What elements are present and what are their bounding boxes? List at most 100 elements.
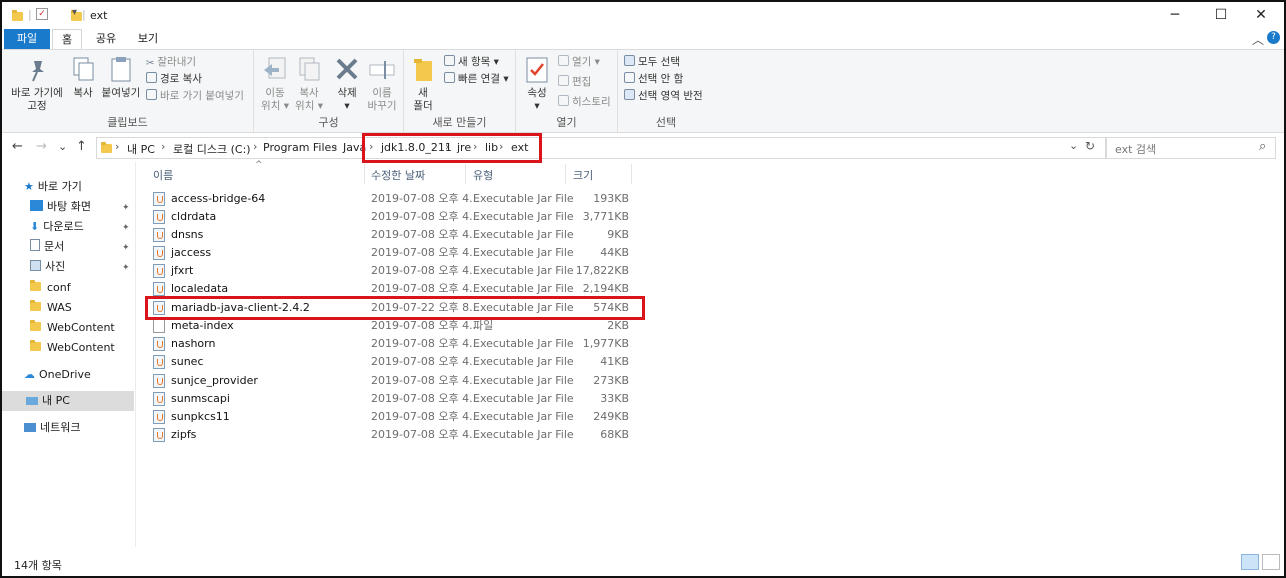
- properties-quick-icon[interactable]: ✓: [36, 8, 48, 20]
- column-header-name[interactable]: 이름: [153, 167, 173, 183]
- nav-pictures[interactable]: 사진: [30, 257, 65, 277]
- search-icon[interactable]: ⌕: [1259, 139, 1266, 154]
- edit-button[interactable]: 편집: [558, 74, 591, 90]
- recent-locations-button[interactable]: ⌄: [58, 140, 67, 153]
- delete-button[interactable]: 삭제 ▾: [330, 53, 364, 113]
- file-size: 193KB: [593, 192, 629, 205]
- tab-home[interactable]: 홈: [52, 29, 82, 49]
- large-icons-view-button[interactable]: [1262, 554, 1280, 570]
- file-row[interactable]: jaccess 2019-07-08 오후 4... Executable Jar …: [151, 244, 631, 262]
- file-row[interactable]: dnsns 2019-07-08 오후 4... Executable Jar Fi…: [151, 226, 631, 244]
- rename-button[interactable]: 이름 바꾸기: [364, 53, 400, 113]
- close-button[interactable]: ✕: [1238, 2, 1284, 29]
- file-row[interactable]: access-bridge-64 2019-07-08 오후 4... Execut…: [151, 190, 631, 208]
- file-row[interactable]: sunmscapi 2019-07-08 오후 4... Executable Ja…: [151, 390, 631, 408]
- copy-to-button[interactable]: 복사 위치 ▾: [292, 53, 326, 113]
- history-button[interactable]: 히스토리: [558, 94, 611, 110]
- nav-documents[interactable]: 문서: [30, 237, 64, 257]
- pin-icon: ✦: [122, 243, 130, 253]
- nav-onedrive[interactable]: ☁ OneDrive: [24, 365, 91, 385]
- column-separator[interactable]: [565, 164, 566, 184]
- invert-selection-icon: [624, 89, 635, 100]
- nav-pictures-label: 사진: [45, 260, 66, 273]
- jar-file-icon: [153, 392, 165, 406]
- file-row[interactable]: sunjce_provider 2019-07-08 오후 4... Executa…: [151, 372, 631, 390]
- back-button[interactable]: ←: [12, 139, 23, 154]
- file-row[interactable]: sunpkcs11 2019-07-08 오후 4... Executable Ja…: [151, 408, 631, 426]
- select-none-button[interactable]: 선택 안 함: [624, 71, 683, 87]
- refresh-icon[interactable]: ↻: [1085, 139, 1095, 153]
- star-icon: ★: [24, 180, 34, 193]
- cut-label: 잘라내기: [157, 56, 197, 68]
- file-date: 2019-07-08 오후 4...: [371, 228, 480, 241]
- file-date: 2019-07-08 오후 4...: [371, 374, 480, 387]
- breadcrumb-separator[interactable]: ›: [115, 140, 119, 153]
- cut-button[interactable]: ✂ 잘라내기: [146, 54, 196, 70]
- column-separator[interactable]: [364, 164, 365, 184]
- breadcrumb-separator[interactable]: ›: [253, 140, 257, 153]
- file-name: dnsns: [171, 228, 204, 241]
- column-separator[interactable]: [631, 164, 632, 184]
- properties-button[interactable]: 속성 ▾: [520, 53, 554, 113]
- pin-label: 바로 가기에 고정: [11, 87, 63, 112]
- address-history-dropdown[interactable]: ⌄: [1069, 139, 1078, 152]
- forward-button[interactable]: →: [36, 139, 47, 154]
- minimize-button[interactable]: ─: [1152, 2, 1198, 29]
- column-header-type[interactable]: 유형: [473, 167, 493, 183]
- file-list: ^ 이름 수정한 날짜 유형 크기 access-bridge-64 2019-0…: [137, 160, 1284, 547]
- copy-path-button[interactable]: 경로 복사: [146, 71, 202, 87]
- tab-file[interactable]: 파일: [4, 29, 50, 49]
- file-date: 2019-07-08 오후 4...: [371, 246, 480, 259]
- file-row[interactable]: cldrdata 2019-07-08 오후 4... Executable Jar…: [151, 208, 631, 226]
- tab-view[interactable]: 보기: [130, 29, 166, 49]
- file-row[interactable]: sunec 2019-07-08 오후 4... Executable Jar Fi…: [151, 353, 631, 371]
- pin-to-quick-access-button[interactable]: 바로 가기에 고정: [6, 53, 68, 113]
- tab-share[interactable]: 공유: [88, 29, 124, 49]
- collapse-ribbon-icon[interactable]: ︿: [1252, 31, 1264, 48]
- nav-downloads[interactable]: ⬇ 다운로드: [30, 217, 84, 237]
- column-separator[interactable]: [465, 164, 466, 184]
- breadcrumb-program-files[interactable]: Program Files: [263, 141, 337, 154]
- nav-quick-access[interactable]: ★ 바로 가기: [24, 177, 82, 197]
- breadcrumb-local-disk[interactable]: 로컬 디스크 (C:): [173, 141, 251, 157]
- invert-selection-button[interactable]: 선택 영역 반전: [624, 88, 703, 104]
- column-header-date[interactable]: 수정한 날짜: [371, 167, 425, 183]
- new-folder-button[interactable]: 새 폴더: [408, 53, 438, 113]
- copy-button[interactable]: 복사: [68, 53, 98, 100]
- move-to-button[interactable]: 이동 위치 ▾: [258, 53, 292, 113]
- nav-desktop[interactable]: 바탕 화면: [30, 197, 91, 217]
- breadcrumb-separator[interactable]: ›: [333, 140, 337, 153]
- nav-folder-webcontent[interactable]: WebContent: [30, 338, 115, 358]
- select-all-button[interactable]: 모두 선택: [624, 54, 680, 70]
- up-button[interactable]: ↑: [76, 139, 87, 154]
- nav-folder-conf[interactable]: conf: [30, 278, 71, 298]
- easy-access-button[interactable]: 빠른 연결 ▾: [444, 71, 509, 87]
- paste-button[interactable]: 붙여넣기: [98, 53, 144, 100]
- nav-this-pc[interactable]: 내 PC: [2, 391, 134, 411]
- desktop-icon: [30, 200, 43, 211]
- file-row[interactable]: jfxrt 2019-07-08 오후 4... Executable Jar Fi…: [151, 262, 631, 280]
- search-box[interactable]: ext 검색 ⌕: [1106, 137, 1276, 159]
- column-header-size[interactable]: 크기: [573, 167, 593, 183]
- nav-folder-webcontent[interactable]: WebContent: [30, 318, 115, 338]
- paste-shortcut-button[interactable]: 바로 가기 붙여넣기: [146, 88, 244, 104]
- select-group: 모두 선택 선택 안 함 선택 영역 반전 선택: [618, 50, 714, 133]
- ribbon: 바로 가기에 고정 복사 붙여넣기 ✂ 잘라내기 경로 복사 바로 가기 붙여넣기…: [2, 49, 1284, 133]
- details-view-button[interactable]: [1241, 554, 1259, 570]
- file-size: 44KB: [600, 246, 629, 259]
- nav-network[interactable]: 네트워크: [24, 418, 80, 438]
- nav-folder-was[interactable]: WAS: [30, 298, 72, 318]
- address-bar[interactable]: › 내 PC › 로컬 디스크 (C:) › Program Files › J…: [96, 137, 1106, 159]
- jar-file-icon: [153, 228, 165, 242]
- breadcrumb-separator[interactable]: ›: [161, 140, 165, 153]
- help-icon[interactable]: ?: [1267, 31, 1280, 44]
- quick-access-dropdown-icon[interactable]: ▾: [72, 7, 77, 23]
- open-button[interactable]: 열기 ▾: [558, 54, 600, 70]
- file-row[interactable]: zipfs 2019-07-08 오후 4... Executable Jar Fi…: [151, 426, 631, 444]
- new-item-button[interactable]: 새 항목 ▾: [444, 54, 499, 70]
- edit-icon: [558, 75, 569, 86]
- file-size: 249KB: [593, 410, 629, 423]
- breadcrumb-this-pc[interactable]: 내 PC: [127, 141, 155, 157]
- file-date: 2019-07-08 오후 4...: [371, 337, 480, 350]
- file-row[interactable]: nashorn 2019-07-08 오후 4... Executable Jar …: [151, 335, 631, 353]
